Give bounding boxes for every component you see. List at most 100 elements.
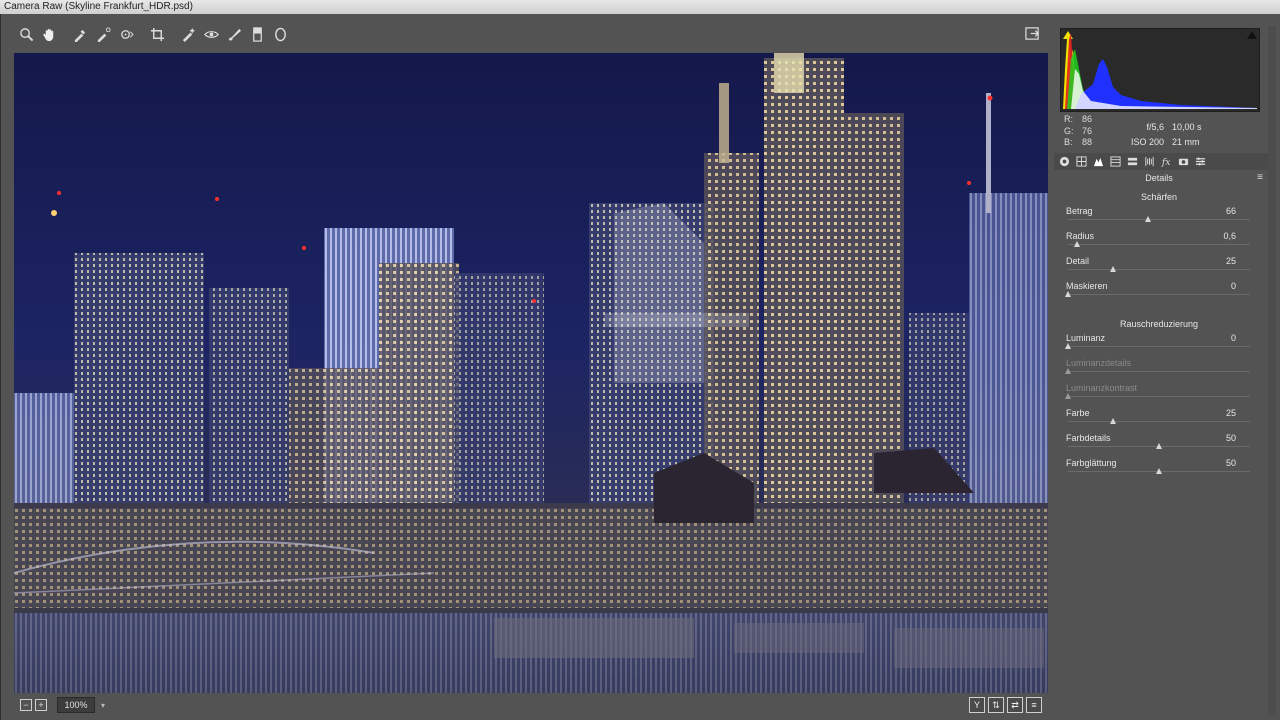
exif-info: f/5,6 10,00 s ISO 200 21 mm bbox=[1126, 120, 1202, 150]
slider-maskieren[interactable]: Maskieren 0 bbox=[1064, 281, 1250, 305]
tab-split-toning-icon[interactable] bbox=[1124, 154, 1141, 169]
slider-label: Radius bbox=[1066, 231, 1095, 241]
slider-value[interactable]: 0,6 bbox=[1216, 231, 1236, 241]
panel-title: Details bbox=[1145, 173, 1173, 183]
preferences-dialog-icon[interactable] bbox=[1022, 23, 1042, 43]
slider-label: Farbdetails bbox=[1066, 433, 1111, 443]
slider-detail[interactable]: Detail 25 bbox=[1066, 256, 1250, 280]
tab-hsl-icon[interactable] bbox=[1107, 154, 1124, 169]
zoom-dropdown-icon[interactable]: ▾ bbox=[101, 701, 105, 710]
histogram bbox=[1060, 28, 1260, 112]
before-after-view-icon[interactable]: Y bbox=[969, 697, 985, 713]
slider-farbdetails[interactable]: Farbdetails 50 bbox=[1066, 433, 1250, 457]
crop-tool-icon[interactable] bbox=[146, 23, 168, 45]
skyline-photo bbox=[14, 53, 1048, 693]
zoom-tool-icon[interactable] bbox=[15, 23, 37, 45]
aperture-value: f/5,6 bbox=[1146, 122, 1164, 132]
slider-track bbox=[1068, 371, 1250, 372]
radial-filter-icon[interactable] bbox=[269, 23, 291, 45]
slider-track[interactable] bbox=[1068, 421, 1250, 422]
targeted-adjustment-tool-icon[interactable] bbox=[115, 23, 137, 45]
noise-reduction-heading: Rauschreduzierung bbox=[1119, 319, 1199, 329]
window-title: Camera Raw (Skyline Frankfurt_HDR.psd) bbox=[4, 1, 193, 12]
slider-track[interactable] bbox=[1068, 294, 1250, 295]
zoom-level-field[interactable]: 100% bbox=[57, 697, 95, 713]
zoom-in-button[interactable]: + bbox=[35, 699, 47, 711]
slider-value[interactable]: 66 bbox=[1216, 206, 1236, 216]
r-label: R: bbox=[1064, 114, 1073, 124]
shutter-value: 10,00 s bbox=[1172, 122, 1202, 132]
slider-thumb bbox=[1064, 368, 1071, 374]
slider-label: Farbe bbox=[1066, 408, 1090, 418]
slider-track[interactable] bbox=[1068, 219, 1250, 220]
tab-basic-icon[interactable] bbox=[1056, 154, 1073, 169]
red-eye-removal-icon[interactable] bbox=[200, 23, 222, 45]
preview-preferences-icon[interactable]: ≡ bbox=[1026, 697, 1042, 713]
slider-thumb[interactable] bbox=[1144, 216, 1151, 222]
panel-tabs: fx bbox=[1054, 153, 1268, 170]
slider-radius[interactable]: Radius 0,6 bbox=[1066, 231, 1250, 255]
tab-effects-icon[interactable]: fx bbox=[1158, 154, 1175, 169]
image-preview[interactable] bbox=[14, 53, 1048, 693]
slider-track[interactable] bbox=[1068, 269, 1250, 270]
status-bar: − + 100% ▾ Y ⇅ ⇄ ≡ bbox=[14, 694, 1048, 716]
slider-thumb[interactable] bbox=[1064, 343, 1071, 349]
svg-text:fx: fx bbox=[1161, 157, 1171, 167]
white-balance-tool-icon[interactable] bbox=[69, 23, 91, 45]
color-sampler-tool-icon[interactable] bbox=[92, 23, 114, 45]
slider-track[interactable] bbox=[1068, 244, 1250, 245]
toolbar bbox=[14, 16, 1048, 52]
slider-value[interactable]: 50 bbox=[1216, 433, 1236, 443]
hand-tool-icon[interactable] bbox=[38, 23, 60, 45]
slider-thumb[interactable] bbox=[1110, 266, 1116, 272]
slider-value[interactable]: 0 bbox=[1216, 281, 1236, 291]
slider-label: Luminanzdetails bbox=[1066, 358, 1132, 368]
slider-label: Luminanzkontrast bbox=[1066, 383, 1138, 393]
slider-thumb[interactable] bbox=[1064, 291, 1071, 297]
slider-luminanzkontrast: Luminanzkontrast bbox=[1064, 383, 1250, 407]
tab-detail-icon[interactable] bbox=[1090, 154, 1107, 169]
slider-luminanz[interactable]: Luminanz 0 bbox=[1064, 333, 1250, 357]
slider-thumb[interactable] bbox=[1155, 468, 1162, 474]
sharpen-heading: Schärfen bbox=[1140, 192, 1178, 202]
slider-thumb[interactable] bbox=[1155, 443, 1162, 449]
panel-scrollbar[interactable] bbox=[1268, 26, 1276, 716]
tab-camera-calibration-icon[interactable] bbox=[1175, 154, 1192, 169]
slider-value[interactable]: 25 bbox=[1216, 408, 1236, 418]
iso-value: ISO 200 bbox=[1130, 137, 1164, 147]
b-value: 88 bbox=[1082, 137, 1093, 147]
slider-value[interactable]: 50 bbox=[1216, 458, 1236, 468]
rgb-readout: R: 86 G: 76 B: 88 bbox=[1064, 114, 1092, 149]
slider-luminanzdetails: Luminanzdetails bbox=[1064, 358, 1250, 382]
slider-thumb[interactable] bbox=[1110, 418, 1116, 424]
g-label: G: bbox=[1064, 125, 1074, 136]
slider-betrag[interactable]: Betrag 66 bbox=[1066, 206, 1250, 230]
slider-thumb[interactable] bbox=[1073, 241, 1080, 247]
slider-farbe[interactable]: Farbe 25 bbox=[1066, 408, 1250, 432]
slider-farbglättung[interactable]: Farbglättung 50 bbox=[1066, 458, 1250, 482]
slider-value[interactable]: 0 bbox=[1216, 333, 1236, 343]
spot-removal-tool-icon[interactable] bbox=[177, 23, 199, 45]
graduated-filter-icon[interactable] bbox=[246, 23, 268, 45]
g-value: 76 bbox=[1082, 125, 1093, 136]
slider-track bbox=[1068, 396, 1250, 397]
slider-label: Betrag bbox=[1066, 206, 1093, 216]
adjustment-panel: R: 86 G: 76 B: 88 f/5,6 10,00 s ISO 200 21 mm… bbox=[1052, 26, 1268, 716]
b-label: B: bbox=[1064, 137, 1073, 147]
slider-thumb bbox=[1064, 393, 1071, 399]
slider-track[interactable] bbox=[1068, 346, 1250, 347]
zoom-out-button[interactable]: − bbox=[20, 699, 32, 711]
slider-value[interactable]: 25 bbox=[1216, 256, 1236, 266]
r-value: 86 bbox=[1082, 114, 1093, 124]
adjustment-brush-icon[interactable] bbox=[223, 23, 245, 45]
tab-lens-corrections-icon[interactable] bbox=[1141, 154, 1158, 169]
title-bar: Camera Raw (Skyline Frankfurt_HDR.psd) bbox=[0, 0, 1280, 14]
tab-tone-curve-icon[interactable] bbox=[1073, 154, 1090, 169]
tab-presets-icon[interactable] bbox=[1192, 154, 1209, 169]
slider-label: Maskieren bbox=[1066, 281, 1108, 291]
slider-label: Farbglättung bbox=[1066, 458, 1117, 468]
swap-settings-icon[interactable]: ⇅ bbox=[988, 697, 1004, 713]
focal-length-value: 21 mm bbox=[1172, 137, 1200, 147]
slider-label: Luminanz bbox=[1066, 333, 1106, 343]
copy-settings-icon[interactable]: ⇄ bbox=[1007, 697, 1023, 713]
